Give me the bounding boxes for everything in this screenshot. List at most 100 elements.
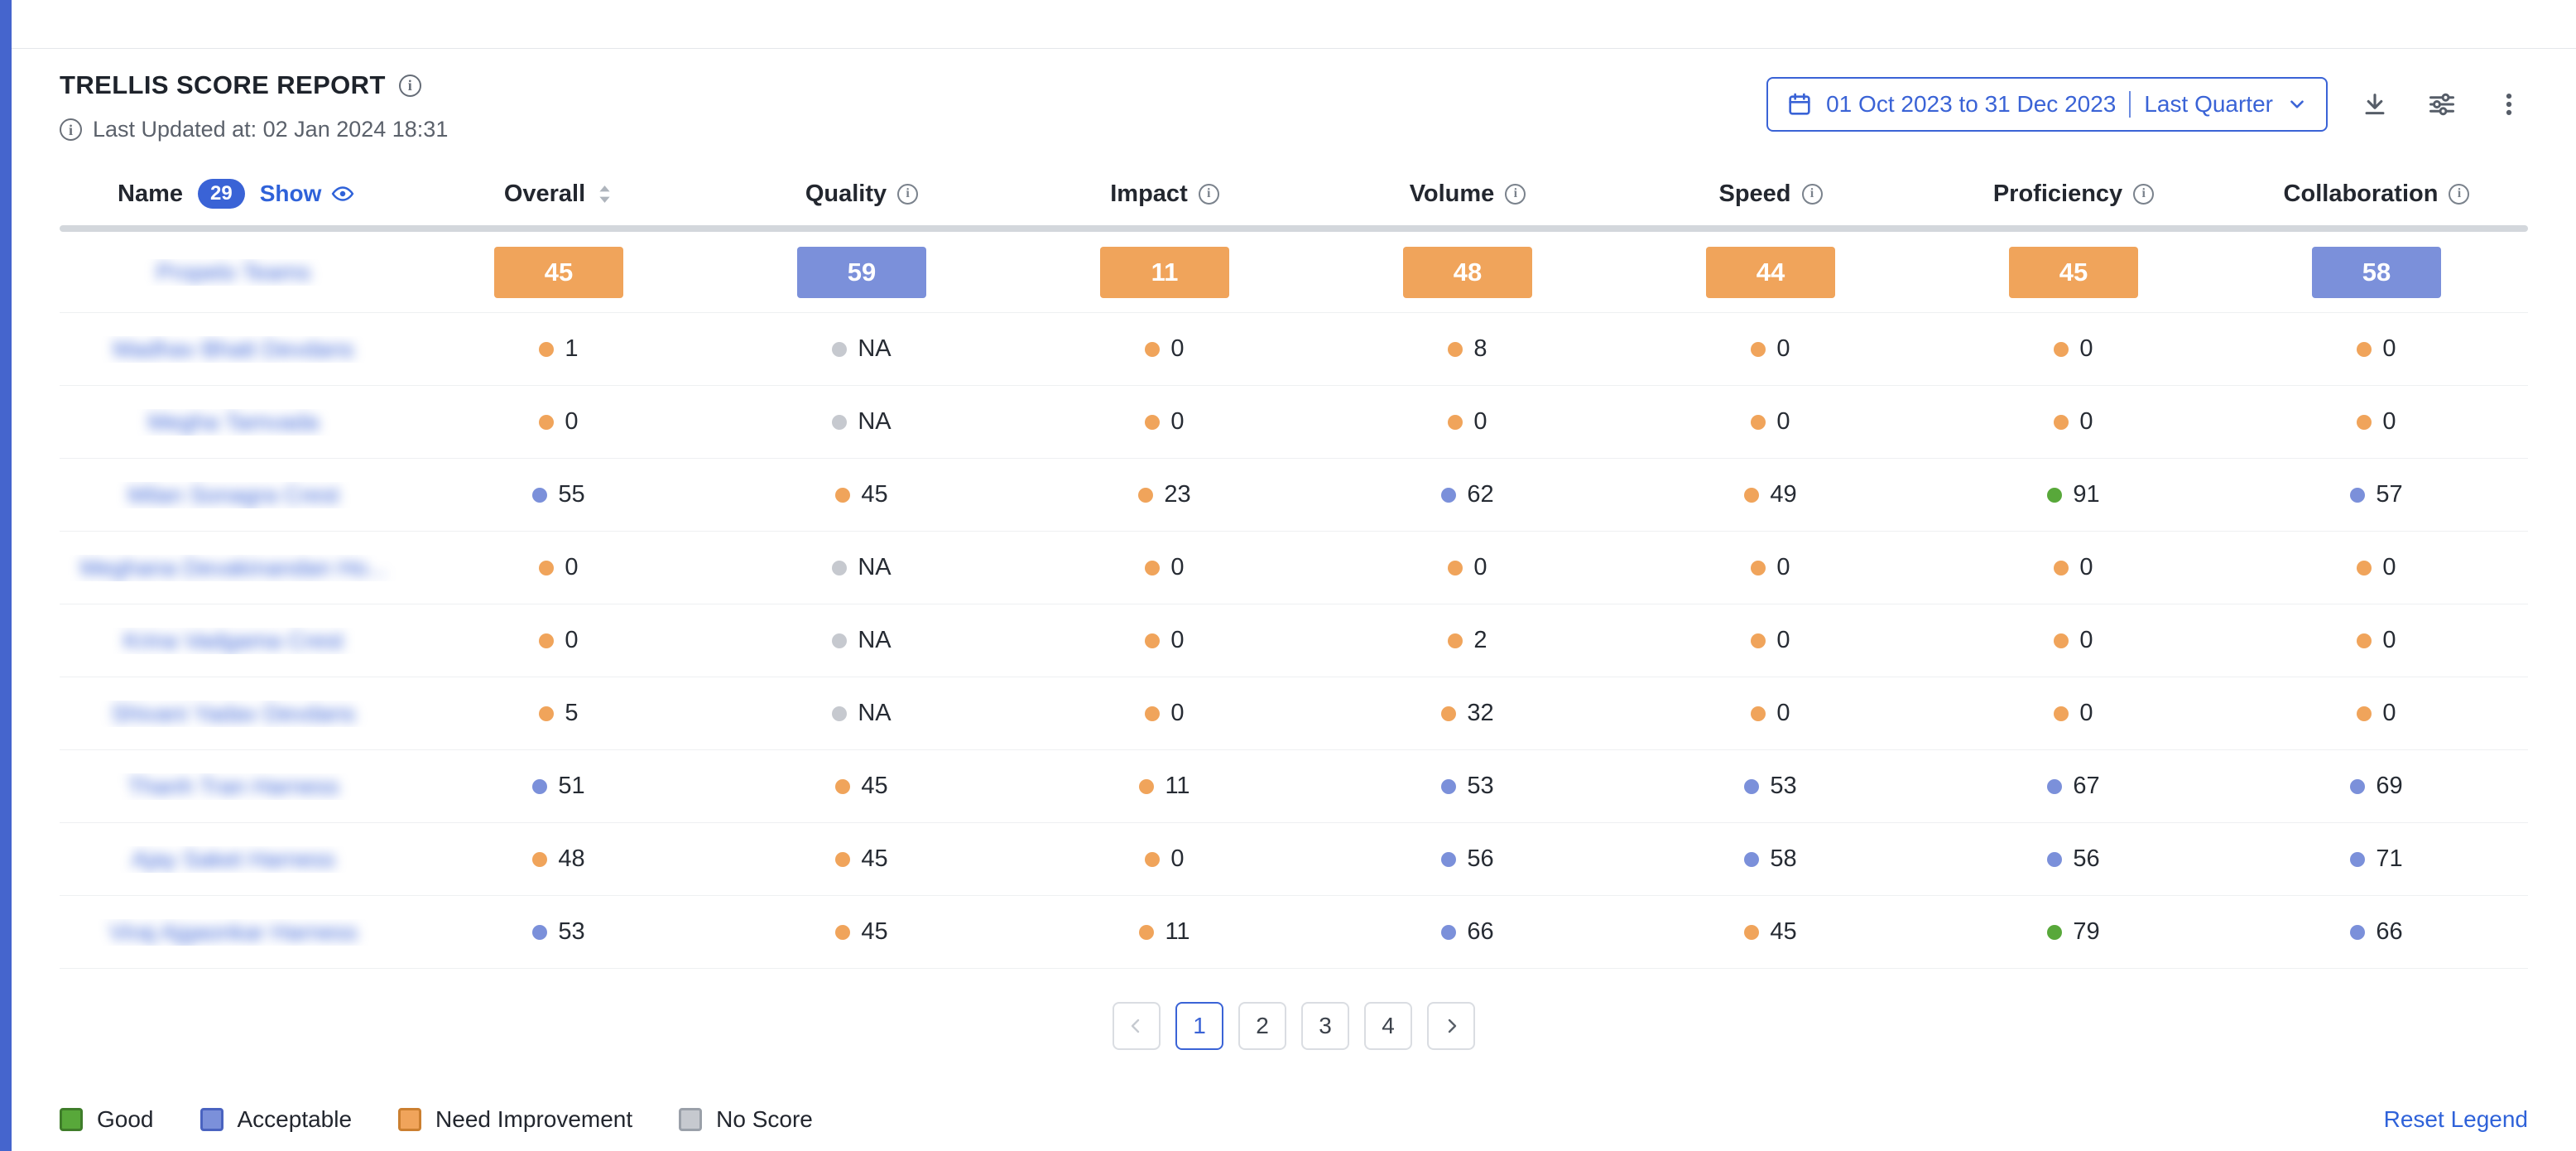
info-icon[interactable]: i (1199, 184, 1219, 205)
prev-page-button[interactable] (1113, 1002, 1161, 1050)
score-cell: 67 (1922, 773, 2225, 800)
score-cell: NA (710, 554, 1013, 581)
reset-legend-link[interactable]: Reset Legend (2384, 1106, 2528, 1133)
legend-item-acceptable[interactable]: Acceptable (200, 1106, 353, 1133)
score-dot (2357, 415, 2372, 430)
title-info-icon[interactable]: i (399, 75, 421, 97)
legend-item-need[interactable]: Need Improvement (398, 1106, 632, 1133)
column-header-label: Proficiency (1993, 181, 2122, 208)
date-range-button[interactable]: 01 Oct 2023 to 31 Dec 2023 Last Quarter (1766, 77, 2328, 132)
team-name-link[interactable]: Meghana Devakinandan Ho... (80, 555, 387, 581)
score-dot (1744, 925, 1759, 940)
sort-icon[interactable] (596, 183, 613, 205)
date-range-text: 01 Oct 2023 to 31 Dec 2023 (1826, 91, 2116, 118)
team-name-cell: Ajay Saket Harness (60, 846, 407, 873)
score-cell: 45 (1619, 918, 1922, 946)
page-button-3[interactable]: 3 (1301, 1002, 1349, 1050)
score-dot (2054, 342, 2069, 357)
column-header-quality[interactable]: Quality i (710, 181, 1013, 208)
score-value: 55 (558, 481, 584, 508)
column-header-speed[interactable]: Speedi (1619, 181, 1922, 208)
team-name-cell: Meghana Devakinandan Ho... (60, 555, 407, 581)
sliders-icon (2427, 89, 2457, 119)
score-dot (835, 488, 850, 503)
score-value: 0 (2382, 335, 2396, 363)
score-cell: 49 (1619, 481, 1922, 508)
team-name-link[interactable]: Krina Vadgama Crest (123, 628, 344, 654)
team-name-link[interactable]: Viraj Ajgaonkar Harness (109, 919, 358, 946)
score-cell: 32 (1316, 700, 1619, 727)
team-name-link[interactable]: Madhav Bhatt Devdans (113, 336, 353, 363)
team-name-link[interactable]: Ajay Saket Harness (132, 846, 335, 873)
info-icon[interactable]: i (1802, 184, 1823, 205)
table-row: Thanh Tran Harness51451153536769 (60, 750, 2528, 823)
score-cell: 45 (710, 845, 1013, 873)
column-header-overall[interactable]: Overall (407, 181, 710, 208)
show-toggle[interactable]: Show (260, 181, 356, 207)
column-header-label: Overall (504, 181, 585, 208)
score-cell: NA (710, 335, 1013, 363)
column-header-name[interactable]: Name 29 Show (60, 179, 407, 209)
score-value: 58 (1770, 845, 1796, 873)
score-cell: 53 (1619, 773, 1922, 800)
column-header-volume[interactable]: Volumei (1316, 181, 1619, 208)
report-header-left: TRELLIS SCORE REPORT i i Last Updated at… (60, 70, 448, 142)
column-header-label: Collaboration (2284, 181, 2439, 208)
page-button-4[interactable]: 4 (1364, 1002, 1412, 1050)
score-value: 53 (558, 918, 584, 946)
score-value: 0 (565, 554, 578, 581)
more-options-button[interactable] (2490, 85, 2528, 123)
page-button-1[interactable]: 1 (1175, 1002, 1223, 1050)
score-value: 45 (1770, 918, 1796, 946)
score-value: 0 (1170, 408, 1184, 436)
score-cell: 58 (2225, 247, 2528, 298)
table-row: Viraj Ajgaonkar Harness53451166457966 (60, 896, 2528, 969)
score-dot (1448, 561, 1463, 576)
info-icon[interactable]: i (1505, 184, 1526, 205)
info-icon[interactable]: i (2449, 184, 2469, 205)
team-name-cell: Milan Sonagra Crest (60, 482, 407, 508)
team-name-link[interactable]: Megha Tamvada (148, 409, 320, 436)
score-value: 0 (2079, 408, 2093, 436)
score-cell: 0 (2225, 408, 2528, 436)
legend-item-good[interactable]: Good (60, 1106, 154, 1133)
settings-button[interactable] (2422, 84, 2462, 124)
team-name-cell: Propelo Teams (60, 259, 407, 286)
score-cell: 57 (2225, 481, 2528, 508)
score-dot (2047, 779, 2062, 794)
score-value: 8 (1473, 335, 1487, 363)
team-name-link[interactable]: Milan Sonagra Crest (127, 482, 339, 508)
score-value: 0 (565, 408, 578, 436)
score-cell: 0 (1013, 554, 1316, 581)
next-page-button[interactable] (1427, 1002, 1475, 1050)
column-header-collaboration[interactable]: Collaboration i (2225, 181, 2528, 208)
team-name-link[interactable]: Propelo Teams (156, 259, 310, 286)
column-header-proficiency[interactable]: Proficiency i (1922, 181, 2225, 208)
column-header-label: Quality (805, 181, 887, 208)
score-dot (1441, 706, 1456, 721)
table-row: Madhav Bhatt Devdans1NA08000 (60, 313, 2528, 386)
page-title: TRELLIS SCORE REPORT (60, 70, 386, 100)
legend-item-none[interactable]: No Score (679, 1106, 813, 1133)
info-icon[interactable]: i (897, 184, 918, 205)
horizontal-scrollbar[interactable] (60, 225, 2528, 232)
team-name-cell: Shivani Yadav Devdans (60, 701, 407, 727)
score-value: NA (858, 627, 891, 654)
page-button-2[interactable]: 2 (1238, 1002, 1286, 1050)
team-name-link[interactable]: Thanh Tran Harness (127, 773, 339, 800)
pagination: 1234 (60, 1002, 2528, 1050)
report-toolbar: 01 Oct 2023 to 31 Dec 2023 Last Quarter (1766, 77, 2528, 132)
download-button[interactable] (2356, 85, 2394, 123)
column-header-impact[interactable]: Impacti (1013, 181, 1316, 208)
team-name-link[interactable]: Shivani Yadav Devdans (112, 701, 356, 727)
score-cell: 0 (1922, 700, 2225, 727)
info-icon[interactable]: i (2133, 184, 2154, 205)
score-dot (1145, 852, 1160, 867)
team-name-cell: Thanh Tran Harness (60, 773, 407, 800)
table-row: Shivani Yadav Devdans5NA032000 (60, 677, 2528, 750)
table-row: Krina Vadgama Crest0NA02000 (60, 604, 2528, 677)
score-cell: 0 (407, 554, 710, 581)
score-value: 1 (565, 335, 578, 363)
score-value: 53 (1770, 773, 1796, 800)
score-cell: 91 (1922, 481, 2225, 508)
